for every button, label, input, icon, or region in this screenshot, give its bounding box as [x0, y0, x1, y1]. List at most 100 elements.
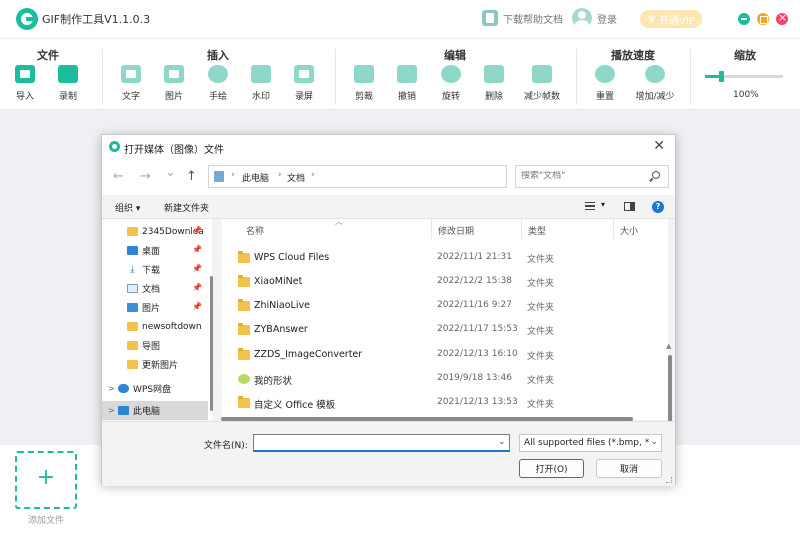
reset-speed-button[interactable]: 重置 [585, 65, 625, 102]
group-title-edit: 编辑 [444, 49, 466, 62]
undo-button[interactable]: 撤销 [387, 65, 427, 102]
nav-item-update-images[interactable]: 更新图片 [102, 355, 208, 374]
column-header-name[interactable]: 名称 [240, 219, 432, 239]
nav-item-newsoftdown[interactable]: newsoftdown [102, 317, 208, 336]
screen-record-button[interactable]: 录屏 [284, 65, 324, 102]
nav-item-downloads[interactable]: ⤓ 下载 📌 [102, 260, 208, 279]
toolbar-divider [102, 49, 103, 105]
nav-item-2345downloads[interactable]: 2345Downloads 📌 [102, 222, 208, 241]
file-row[interactable]: ZhiNiaoLive 2022/11/16 9:27 文件夹 [232, 295, 657, 319]
organize-button[interactable]: 组织 ▾ [115, 201, 140, 214]
address-bar[interactable]: › 此电脑 › 文档 › ⌄ ↻ [208, 165, 604, 189]
forward-arrow-icon[interactable]: → [140, 169, 151, 184]
dialog-navbar: ← → ⌄ ↑ › 此电脑 › 文档 › ⌄ ↻ [102, 159, 675, 195]
delete-button[interactable]: 删除 [474, 65, 514, 102]
search-box[interactable] [515, 165, 669, 188]
view-dropdown-icon[interactable]: ▾ [601, 200, 605, 209]
draw-button[interactable]: 手绘 [198, 65, 238, 102]
nav-item-label: 更新图片 [142, 361, 179, 371]
screen-record-label: 录屏 [294, 92, 313, 102]
watermark-button[interactable]: 水印 [241, 65, 281, 102]
recent-chevron-down-icon[interactable]: ⌄ [165, 165, 176, 180]
column-header-modified[interactable]: 修改日期 [432, 219, 522, 239]
breadcrumb-documents[interactable]: 文档 [287, 171, 305, 184]
app-logo-icon [109, 141, 120, 152]
pin-icon: 📌 [192, 226, 202, 235]
nav-item-this-pc[interactable]: > 此电脑 [102, 401, 208, 420]
chevron-right-icon[interactable]: > [108, 384, 118, 393]
breadcrumb-this-pc[interactable]: 此电脑 [242, 171, 269, 184]
search-icon[interactable] [652, 171, 660, 179]
zoom-value: 100% [733, 90, 759, 100]
record-button[interactable]: 录制 [48, 65, 88, 102]
file-row[interactable]: ZYBAnswer 2022/11/17 15:53 文件夹 [232, 319, 657, 343]
filename-input[interactable] [253, 434, 510, 452]
preview-pane-icon[interactable] [624, 202, 635, 211]
column-header-type[interactable]: 类型 [522, 219, 614, 239]
computer-icon [118, 406, 129, 415]
file-date: 2022/12/2 15:38 [437, 276, 512, 286]
file-date: 2022/11/16 9:27 [437, 300, 512, 310]
toolbar-divider [335, 49, 336, 105]
up-arrow-icon[interactable]: ↑ [186, 169, 197, 184]
file-list-vertical-scroll-thumb[interactable] [668, 355, 672, 429]
login-button[interactable]: 登录 [572, 8, 617, 28]
file-row[interactable]: ZZDS_ImageConverter 2022/12/13 16:10 文件夹 [232, 344, 657, 368]
zoom-slider-thumb[interactable] [719, 71, 724, 82]
reduce-frames-button[interactable]: 减少帧数 [521, 65, 563, 102]
nav-pane-scrollbar[interactable] [210, 227, 214, 414]
filename-dropdown-icon[interactable]: ⌄ [498, 437, 506, 447]
crop-button[interactable]: 剪裁 [344, 65, 384, 102]
download-help-doc-link[interactable]: 下载帮助文档 [482, 10, 563, 26]
file-row[interactable]: XiaoMiNet 2022/12/2 15:38 文件夹 [232, 271, 657, 295]
nav-item-documents[interactable]: 文档 📌 [102, 279, 208, 298]
nav-item-wps-cloud[interactable]: > WPS网盘 [102, 379, 208, 398]
rotate-label: 旋转 [441, 92, 460, 102]
resize-grip-icon[interactable] [666, 477, 672, 483]
chevron-right-icon[interactable]: > [108, 406, 118, 415]
file-type-filter-select[interactable]: All supported files (*.bmp, *. ⌄ [519, 434, 662, 452]
file-name: 我的形状 [254, 376, 293, 387]
vip-button[interactable]: ♛ 开通VIP [640, 10, 702, 28]
image-button[interactable]: 图片 [154, 65, 194, 102]
file-type: 文件夹 [527, 327, 555, 337]
search-input[interactable] [521, 171, 641, 181]
image-label: 图片 [164, 92, 183, 102]
dialog-close-button[interactable]: ✕ [653, 138, 665, 154]
maximize-button[interactable] [757, 13, 769, 25]
open-button[interactable]: 打开(O) [519, 459, 584, 478]
group-title-zoom: 缩放 [734, 49, 756, 62]
new-folder-button[interactable]: 新建文件夹 [164, 201, 209, 214]
file-row[interactable]: WPS Cloud Files 2022/11/1 21:31 文件夹 [232, 247, 657, 271]
speed-change-label: 增加/减少 [635, 92, 675, 102]
file-date: 2019/9/18 13:46 [437, 373, 512, 383]
view-options-icon[interactable] [585, 202, 595, 210]
rotate-icon [441, 65, 461, 83]
file-type: 文件夹 [527, 352, 555, 362]
cancel-button[interactable]: 取消 [596, 459, 662, 478]
minimize-button[interactable] [738, 13, 750, 25]
help-icon[interactable]: ? [652, 201, 664, 213]
rotate-button[interactable]: 旋转 [431, 65, 471, 102]
close-window-button[interactable] [776, 11, 788, 25]
breadcrumb-separator: › [278, 170, 282, 180]
column-header-size[interactable]: 大小 [614, 219, 668, 239]
scroll-up-icon[interactable]: ▲ [666, 342, 671, 350]
nav-item-mindmap[interactable]: 导图 [102, 336, 208, 355]
zoom-slider[interactable] [705, 71, 783, 82]
nav-item-desktop[interactable]: 桌面 📌 [102, 241, 208, 260]
text-button[interactable]: 文字 [111, 65, 151, 102]
import-button[interactable]: 导入 [5, 65, 45, 102]
vip-label: 开通VIP [659, 15, 695, 27]
speed-change-button[interactable]: 增加/减少 [634, 65, 676, 102]
nav-item-pictures[interactable]: 图片 📌 [102, 298, 208, 317]
shape-folder-icon [238, 374, 250, 384]
add-file-button[interactable]: + [15, 451, 77, 509]
nav-pane-scroll-thumb[interactable] [210, 276, 213, 411]
import-label: 导入 [15, 92, 34, 102]
back-arrow-icon[interactable]: ← [113, 169, 124, 184]
file-row[interactable]: 自定义 Office 模板 2021/12/13 13:53 文件夹 [232, 392, 657, 416]
filename-label: 文件名(N): [204, 441, 248, 451]
nav-item-label: newsoftdown [142, 321, 202, 332]
file-row[interactable]: 我的形状 2019/9/18 13:46 文件夹 [232, 368, 657, 392]
